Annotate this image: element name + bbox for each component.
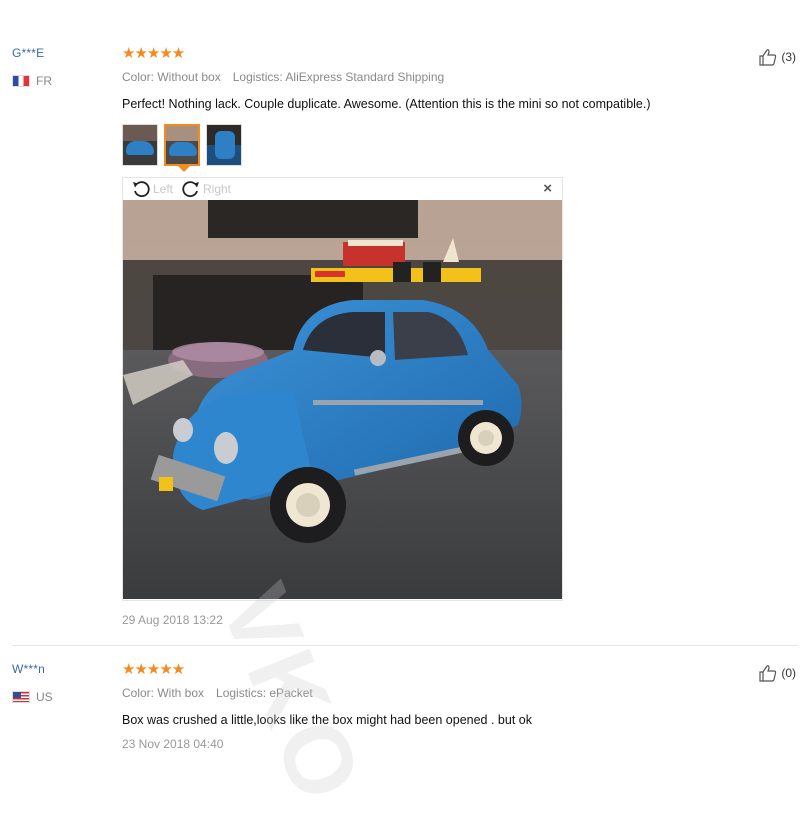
rotate-right-button[interactable]: Right (181, 179, 231, 199)
thumbs-up-icon (759, 49, 777, 66)
helpful-count: (0) (781, 666, 796, 680)
reviewer-country: US (12, 690, 53, 704)
reviewer-country: FR (12, 74, 52, 88)
thumbs-up-icon (759, 665, 777, 682)
close-viewer-button[interactable]: × (543, 181, 552, 197)
photo-thumbnail[interactable] (206, 124, 242, 166)
helpful-count: (3) (781, 50, 796, 64)
star-rating: ★★★★★ (122, 661, 185, 678)
rotate-right-label: Right (203, 182, 232, 196)
review-photo-image (123, 200, 562, 599)
review-date: 29 Aug 2018 13:22 (122, 613, 223, 627)
helpful-button[interactable]: (0) (758, 663, 796, 683)
review-text: Box was crushed a little,looks like the … (122, 713, 532, 727)
review-photo (123, 200, 562, 599)
photo-viewer: Left Right × (122, 177, 563, 601)
reviewer-name[interactable]: W***n (12, 662, 45, 676)
photo-thumbnail[interactable] (164, 124, 200, 166)
photo-thumbnail[interactable] (122, 124, 158, 166)
selected-thumbnail-indicator (178, 166, 190, 172)
review-divider (12, 645, 798, 646)
rotate-left-icon (133, 181, 150, 198)
reviewer-name[interactable]: G***E (12, 46, 44, 60)
review-date: 23 Nov 2018 04:40 (122, 737, 224, 751)
rotate-right-icon (182, 181, 199, 198)
helpful-button[interactable]: (3) (758, 47, 796, 67)
review-item: W***n US ★★★★★ Color: With box Logistics:… (0, 655, 800, 795)
star-rating: ★★★★★ (122, 45, 185, 62)
logistics-option: Logistics: ePacket (216, 686, 313, 700)
country-code: FR (36, 74, 52, 88)
color-option: Color: With box (122, 686, 205, 700)
review-text: Perfect! Nothing lack. Couple duplicate.… (122, 97, 651, 111)
order-meta: Color: Without box Logistics: AliExpress … (122, 70, 444, 84)
usa-flag-icon (12, 691, 30, 703)
logistics-option: Logistics: AliExpress Standard Shipping (232, 70, 445, 84)
order-meta: Color: With box Logistics: ePacket (122, 686, 313, 700)
review-item: G***E FR ★★★★★ Color: Without box Logisti… (0, 0, 800, 640)
color-option: Color: Without box (122, 70, 221, 84)
photo-thumbnails (122, 124, 242, 166)
france-flag-icon (12, 75, 30, 87)
rotate-left-button[interactable]: Left (131, 179, 173, 199)
viewer-toolbar: Left Right × (123, 178, 562, 200)
rotate-left-label: Left (153, 182, 174, 196)
country-code: US (36, 690, 53, 704)
